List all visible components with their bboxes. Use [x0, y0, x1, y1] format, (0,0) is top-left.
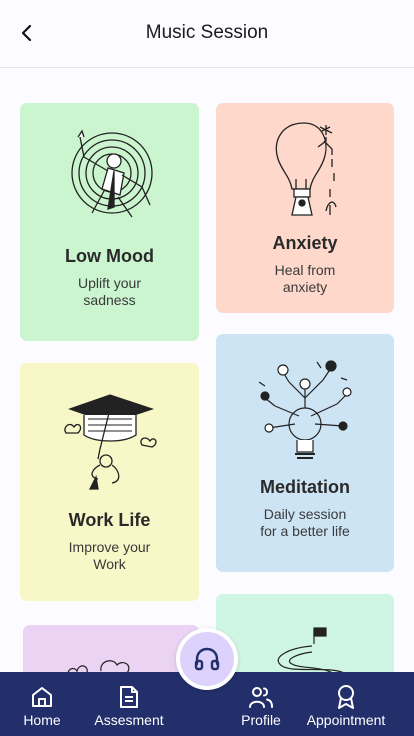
nav-assesment-label: Assesment — [94, 712, 164, 728]
session-card-meditation[interactable]: Meditation Daily session for a better li… — [216, 334, 394, 572]
session-card-6[interactable] — [216, 594, 394, 684]
nav-appointment[interactable]: Appointment — [300, 672, 392, 736]
app-header: Music Session — [0, 0, 414, 68]
page-title: Music Session — [145, 22, 269, 43]
music-player-button[interactable] — [176, 628, 238, 690]
nav-profile-label: Profile — [241, 712, 281, 728]
card-subtitle: Improve your Work — [68, 539, 151, 572]
users-icon — [249, 687, 273, 708]
music-player-fab — [180, 632, 234, 686]
headphones-icon — [194, 647, 220, 671]
card-subtitle: Heal from anxiety — [274, 262, 336, 295]
person-swirl-icon — [70, 129, 153, 218]
nav-home[interactable]: Home — [18, 672, 66, 736]
nav-home-label: Home — [23, 712, 61, 728]
card-title: Meditation — [260, 477, 350, 497]
card-title: Work Life — [68, 510, 151, 530]
card-title: Low Mood — [65, 246, 154, 266]
nav-profile[interactable]: Profile — [236, 672, 286, 736]
award-icon — [338, 685, 354, 709]
idea-bulb-tree-icon — [258, 360, 352, 459]
graduation-cap-icon — [63, 394, 157, 490]
session-card-work-life[interactable]: Work Life Improve your Work — [20, 363, 199, 601]
session-card-low-mood[interactable]: Low Mood Uplift your sadness — [20, 103, 199, 341]
document-icon — [120, 686, 138, 708]
nav-appointment-label: Appointment — [306, 712, 386, 728]
lightbulb-watering-icon — [275, 122, 337, 216]
nav-assesment[interactable]: Assesment — [90, 672, 168, 736]
card-subtitle: Uplift your sadness — [77, 275, 142, 308]
home-icon — [32, 687, 52, 707]
card-subtitle: Daily session for a better life — [260, 506, 350, 539]
card-title: Anxiety — [272, 233, 338, 253]
session-card-anxiety[interactable]: Anxiety Heal from anxiety — [216, 103, 394, 313]
